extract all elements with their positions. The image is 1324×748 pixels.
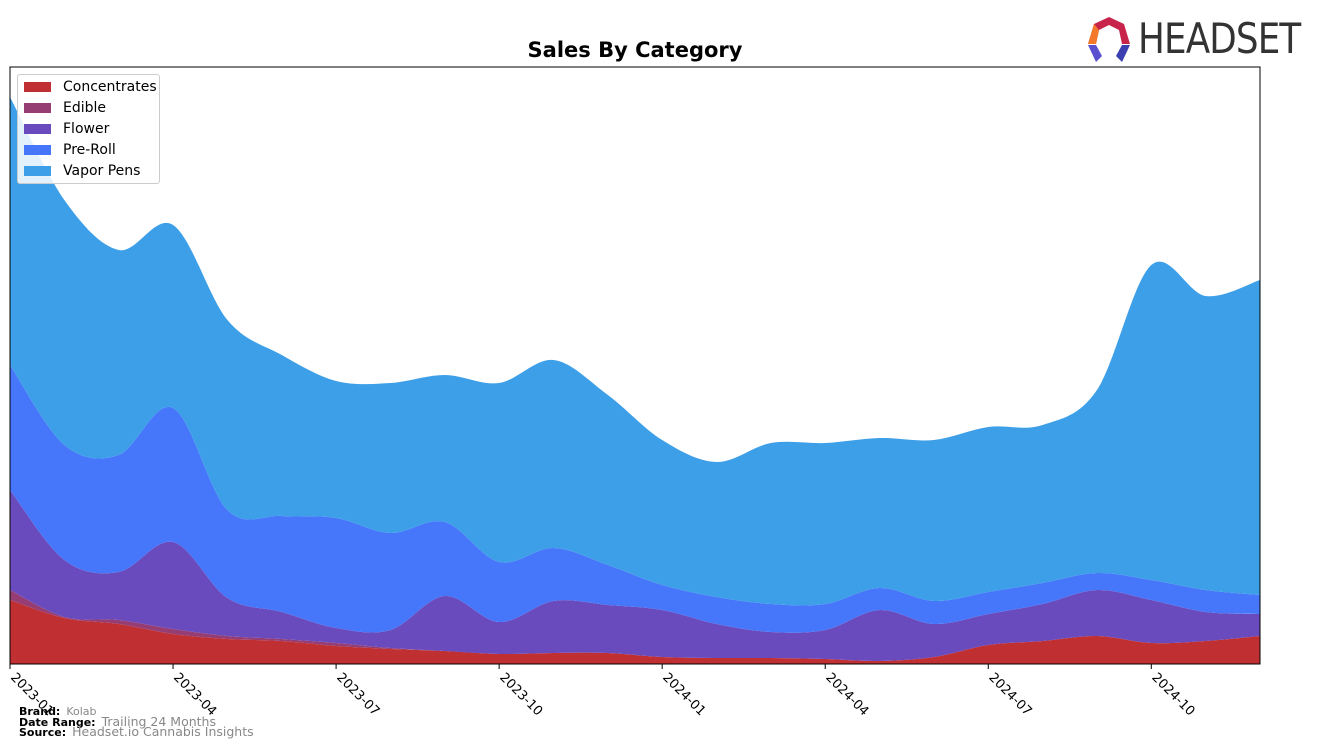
- legend-item-concentrates: Concentrates: [24, 77, 157, 97]
- x-tick-label: 2024-10: [1148, 670, 1197, 719]
- legend-item-edible: Edible: [24, 98, 106, 118]
- legend-swatch: [24, 82, 51, 92]
- headset-logo-text: HEADSET: [1138, 14, 1301, 63]
- x-tick-label: 2023-04: [170, 670, 219, 719]
- legend-item-vapor-pens: Vapor Pens: [24, 161, 140, 181]
- x-tick-label: 2024-04: [822, 670, 871, 719]
- x-tick-label: 2023-10: [496, 670, 545, 719]
- legend-label: Concentrates: [63, 79, 157, 95]
- legend-label: Vapor Pens: [63, 163, 141, 179]
- legend-label: Edible: [63, 100, 107, 116]
- x-tick-label: 2024-01: [659, 670, 708, 719]
- plot-area: 2023-01 2023-04 2023-07 2023-10 2024-01 2024-…: [7, 66, 1261, 719]
- chart-root: Sales By Category 2023-01 2023-04 2023-07 2…: [0, 0, 1324, 748]
- source-label: Source:: [19, 726, 67, 739]
- legend: Concentrates Edible Flower Pre-Roll Vapor Pe…: [17, 74, 160, 184]
- legend-swatch: [24, 166, 51, 176]
- x-tick-label: 2024-07: [985, 670, 1034, 719]
- legend-label: Flower: [63, 121, 110, 137]
- legend-label: Pre-Roll: [63, 142, 116, 158]
- source-value: Headset.io Cannabis Insights: [72, 724, 254, 739]
- headset-logo: HEADSET: [1086, 14, 1324, 63]
- legend-item-pre-roll: Pre-Roll: [24, 140, 116, 160]
- headset-logo-icon: [1088, 16, 1130, 62]
- source-line: Source: Headset.io Cannabis Insights: [19, 724, 254, 739]
- legend-swatch: [24, 145, 51, 155]
- legend-item-flower: Flower: [24, 119, 109, 139]
- legend-swatch: [24, 103, 51, 113]
- x-tick-label: 2023-07: [333, 670, 382, 719]
- legend-swatch: [24, 124, 51, 134]
